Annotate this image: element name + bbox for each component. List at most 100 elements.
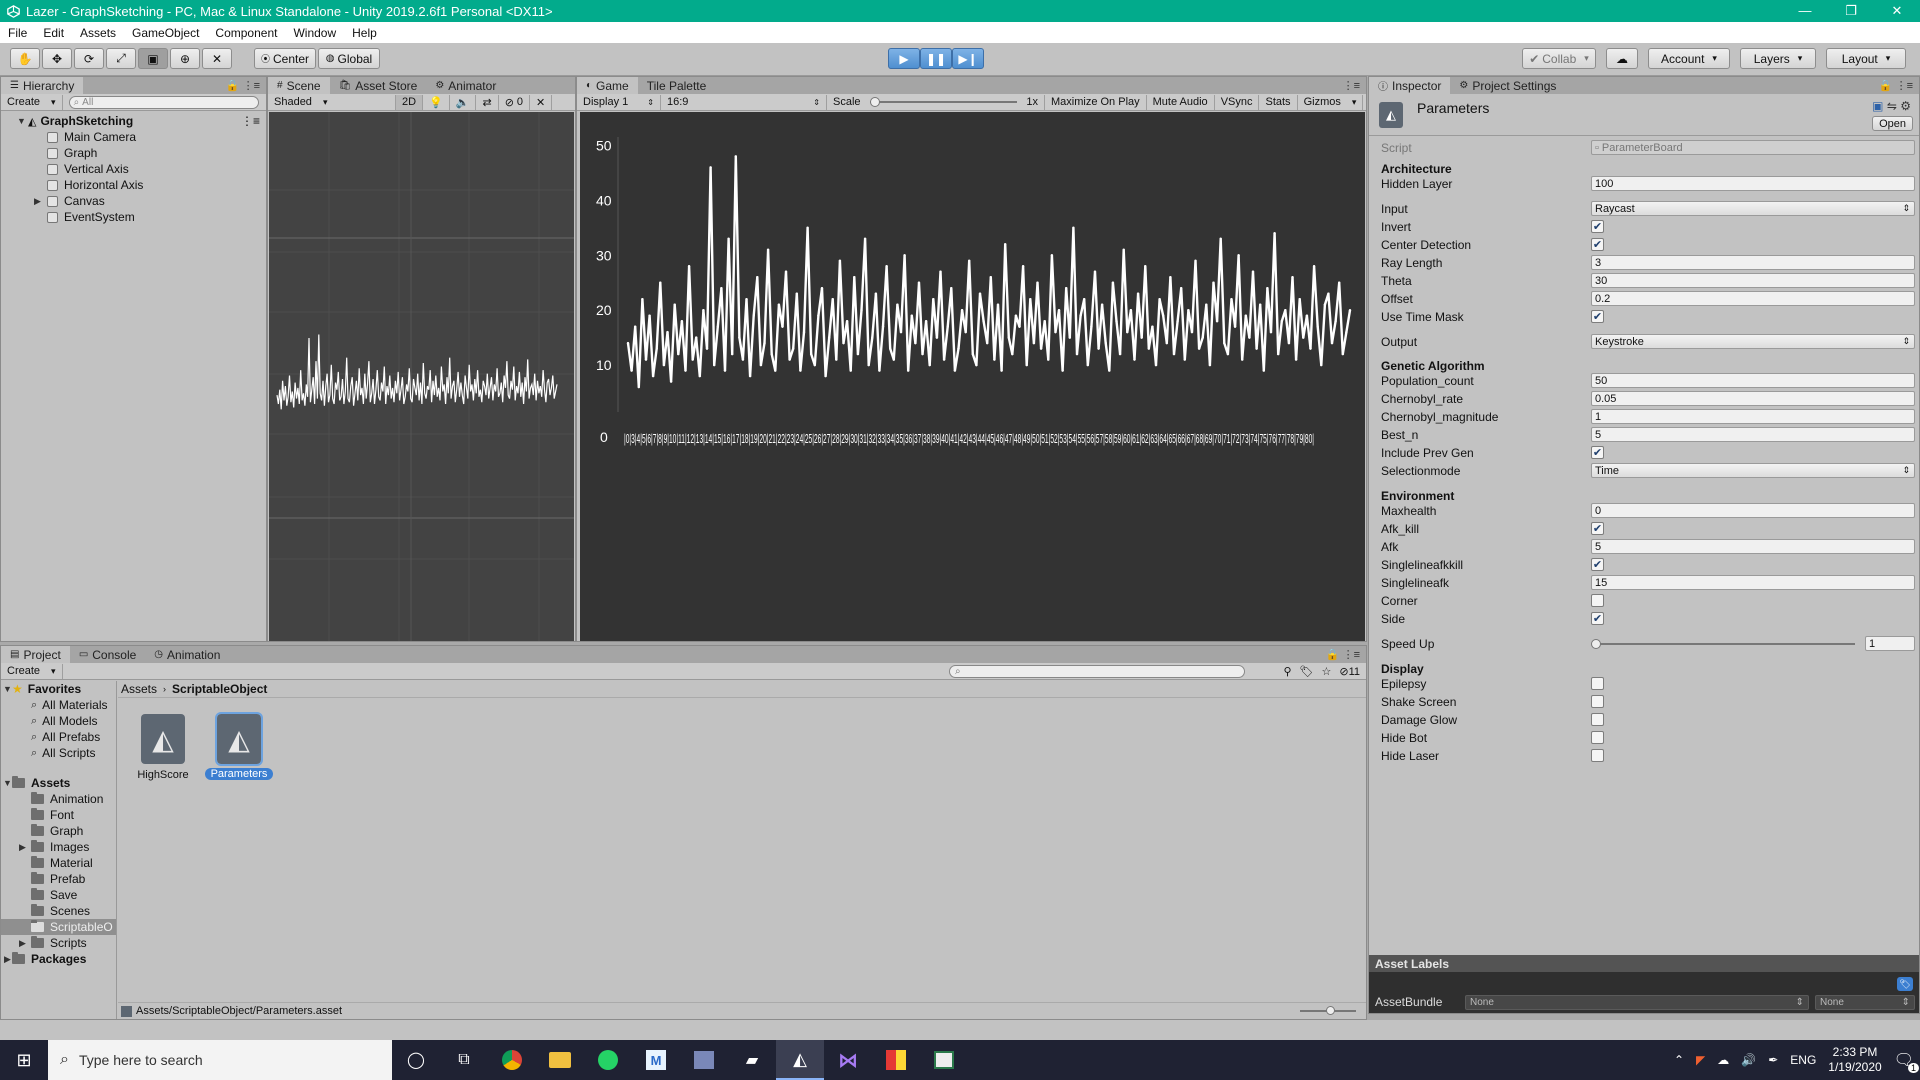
folder-item[interactable]: Graph [1, 823, 116, 839]
folder-item-selected[interactable]: ScriptableO [1, 919, 116, 935]
display-dropdown[interactable]: Display 1 ⇕ [577, 94, 661, 110]
scale-slider[interactable] [869, 97, 1018, 107]
assets-root[interactable]: ▼ Assets [1, 775, 116, 791]
chrome-app[interactable] [488, 1040, 536, 1080]
hierarchy-item[interactable]: ▶ Canvas [1, 193, 266, 209]
scale-slider-handle[interactable] [869, 97, 880, 107]
app-11[interactable] [920, 1040, 968, 1080]
menu-file[interactable]: File [0, 26, 35, 40]
hand-tool-button[interactable]: ✋ [10, 48, 40, 69]
hierarchy-item[interactable]: Vertical Axis [1, 161, 266, 177]
favorite-item[interactable]: ⌕ All Materials [1, 697, 116, 713]
hierarchy-item[interactable]: EventSystem [1, 209, 266, 225]
side-checkbox[interactable]: ✔ [1591, 612, 1604, 625]
shading-dropdown[interactable]: Shaded [268, 94, 396, 110]
breadcrumb-assets[interactable]: Assets [121, 682, 157, 696]
close-button[interactable]: ✕ [1874, 0, 1920, 22]
include-prev-gen-checkbox[interactable]: ✔ [1591, 446, 1604, 459]
tab-console[interactable]: ▭ Console [70, 646, 145, 663]
assetbundle-variant-dropdown[interactable]: None ⇕ [1815, 995, 1915, 1010]
expand-arrow-icon[interactable]: ▼ [17, 114, 26, 128]
visual-studio-app[interactable]: ⋈ [824, 1040, 872, 1080]
menu-component[interactable]: Component [207, 26, 285, 40]
start-button[interactable]: ⊞ [0, 1040, 48, 1080]
tab-animation[interactable]: ◷ Animation [145, 646, 229, 663]
whatsapp-app[interactable] [584, 1040, 632, 1080]
settings-icon[interactable]: ⚙ [1900, 99, 1911, 113]
breadcrumb-scriptableobject[interactable]: ScriptableObject [172, 682, 267, 696]
icon-size-slider-handle[interactable] [1326, 1006, 1335, 1015]
menu-gameobject[interactable]: GameObject [124, 26, 207, 40]
task-view-button[interactable]: ⧉ [440, 1040, 488, 1080]
audio-toggle[interactable]: 🔈 [450, 94, 477, 110]
folder-item[interactable]: Font [1, 807, 116, 823]
speed-up-input[interactable]: 1 [1865, 636, 1915, 651]
theta-input[interactable]: 30 [1591, 273, 1915, 288]
chevron-up-icon[interactable]: ⌃ [1674, 1053, 1684, 1067]
game-viewport[interactable]: 0 10 20 30 40 50 |0|3|4|5|6|7|8|9|10|11|12|13|… [580, 112, 1365, 641]
tab-tile-palette[interactable]: Tile Palette [638, 77, 716, 94]
step-button[interactable]: ▶❙ [952, 48, 984, 69]
app-10[interactable] [872, 1040, 920, 1080]
custom-tool-button[interactable]: ✕ [202, 48, 232, 69]
restore-button[interactable]: ❐ [1828, 0, 1874, 22]
folder-item[interactable]: Prefab [1, 871, 116, 887]
collapse-arrow-icon[interactable]: ▶ [3, 952, 12, 966]
cortana-button[interactable]: ◯ [392, 1040, 440, 1080]
aspect-dropdown[interactable]: 16:9 ⇕ [661, 94, 827, 110]
input-dropdown[interactable]: Raycast [1591, 201, 1915, 216]
effects-dropdown[interactable]: ⇄ [476, 94, 499, 110]
tab-animator[interactable]: ⚙ Animator [426, 77, 505, 94]
asset-parameters[interactable]: ◭ Parameters [201, 712, 277, 780]
menu-assets[interactable]: Assets [72, 26, 124, 40]
scene-menu-icon[interactable]: ⋮≡ [241, 114, 260, 128]
gizmos-dropdown[interactable]: Gizmos [1298, 94, 1364, 110]
hidden-packages-icon[interactable]: ⊘11 [1339, 665, 1360, 678]
folder-item[interactable]: Save [1, 887, 116, 903]
clock[interactable]: 2:33 PM 1/19/2020 [1828, 1045, 1881, 1075]
assetbundle-dropdown[interactable]: None ⇕ [1465, 995, 1809, 1010]
corner-checkbox[interactable] [1591, 594, 1604, 607]
favorite-item[interactable]: ⌕ All Scripts [1, 745, 116, 761]
menu-window[interactable]: Window [285, 26, 344, 40]
population-count-input[interactable]: 50 [1591, 373, 1915, 388]
afk-input[interactable]: 5 [1591, 539, 1915, 554]
collab-dropdown[interactable]: ✔ Collab [1522, 48, 1596, 69]
tab-inspector[interactable]: ⓘ Inspector [1369, 77, 1451, 94]
folder-item[interactable]: ▶ Images [1, 839, 116, 855]
pen-icon[interactable]: ✒ [1768, 1053, 1778, 1067]
packages-root[interactable]: ▶ Packages [1, 951, 116, 967]
collapse-arrow-icon[interactable]: ▶ [18, 936, 27, 950]
expand-arrow-icon[interactable]: ▼ [3, 682, 12, 696]
hide-bot-checkbox[interactable] [1591, 731, 1604, 744]
lighting-toggle[interactable]: 💡 [423, 94, 450, 110]
folder-item[interactable]: ▶ Scripts [1, 935, 116, 951]
menu-edit[interactable]: Edit [35, 26, 72, 40]
pivot-center-button[interactable]: ⦿ Center [254, 48, 316, 69]
output-dropdown[interactable]: Keystroke [1591, 334, 1915, 349]
panel-menu-icon[interactable]: 🔒 ⋮≡ [1879, 79, 1913, 92]
maxhealth-input[interactable]: 0 [1591, 503, 1915, 518]
preset-icon[interactable]: ⇋ [1887, 99, 1897, 113]
pause-button[interactable]: ❚❚ [920, 48, 952, 69]
alert-icon[interactable]: ◤ [1696, 1053, 1705, 1067]
mail-app[interactable]: M [632, 1040, 680, 1080]
expand-arrow-icon[interactable]: ▼ [3, 776, 12, 790]
chernobyl-rate-input[interactable]: 0.05 [1591, 391, 1915, 406]
shake-screen-checkbox[interactable] [1591, 695, 1604, 708]
transform-tool-button[interactable]: ⊕ [170, 48, 200, 69]
collapse-arrow-icon[interactable]: ▶ [33, 194, 42, 208]
singlelineafk-input[interactable]: 15 [1591, 575, 1915, 590]
favorite-item[interactable]: ⌕ All Prefabs [1, 729, 116, 745]
damage-glow-checkbox[interactable] [1591, 713, 1604, 726]
panel-menu-icon[interactable]: ⋮≡ [1343, 79, 1360, 92]
speed-up-slider-handle[interactable] [1591, 639, 1601, 649]
speed-up-slider[interactable] [1591, 639, 1855, 649]
tab-asset-store[interactable]: 🛍 Asset Store [330, 77, 427, 94]
hierarchy-item[interactable]: Horizontal Axis [1, 177, 266, 193]
afk-kill-checkbox[interactable]: ✔ [1591, 522, 1604, 535]
favorite-item[interactable]: ⌕ All Models [1, 713, 116, 729]
script-field[interactable]: ▫ ParameterBoard [1591, 140, 1915, 155]
menu-help[interactable]: Help [344, 26, 385, 40]
scene-tools-button[interactable]: ✕ [530, 94, 553, 110]
